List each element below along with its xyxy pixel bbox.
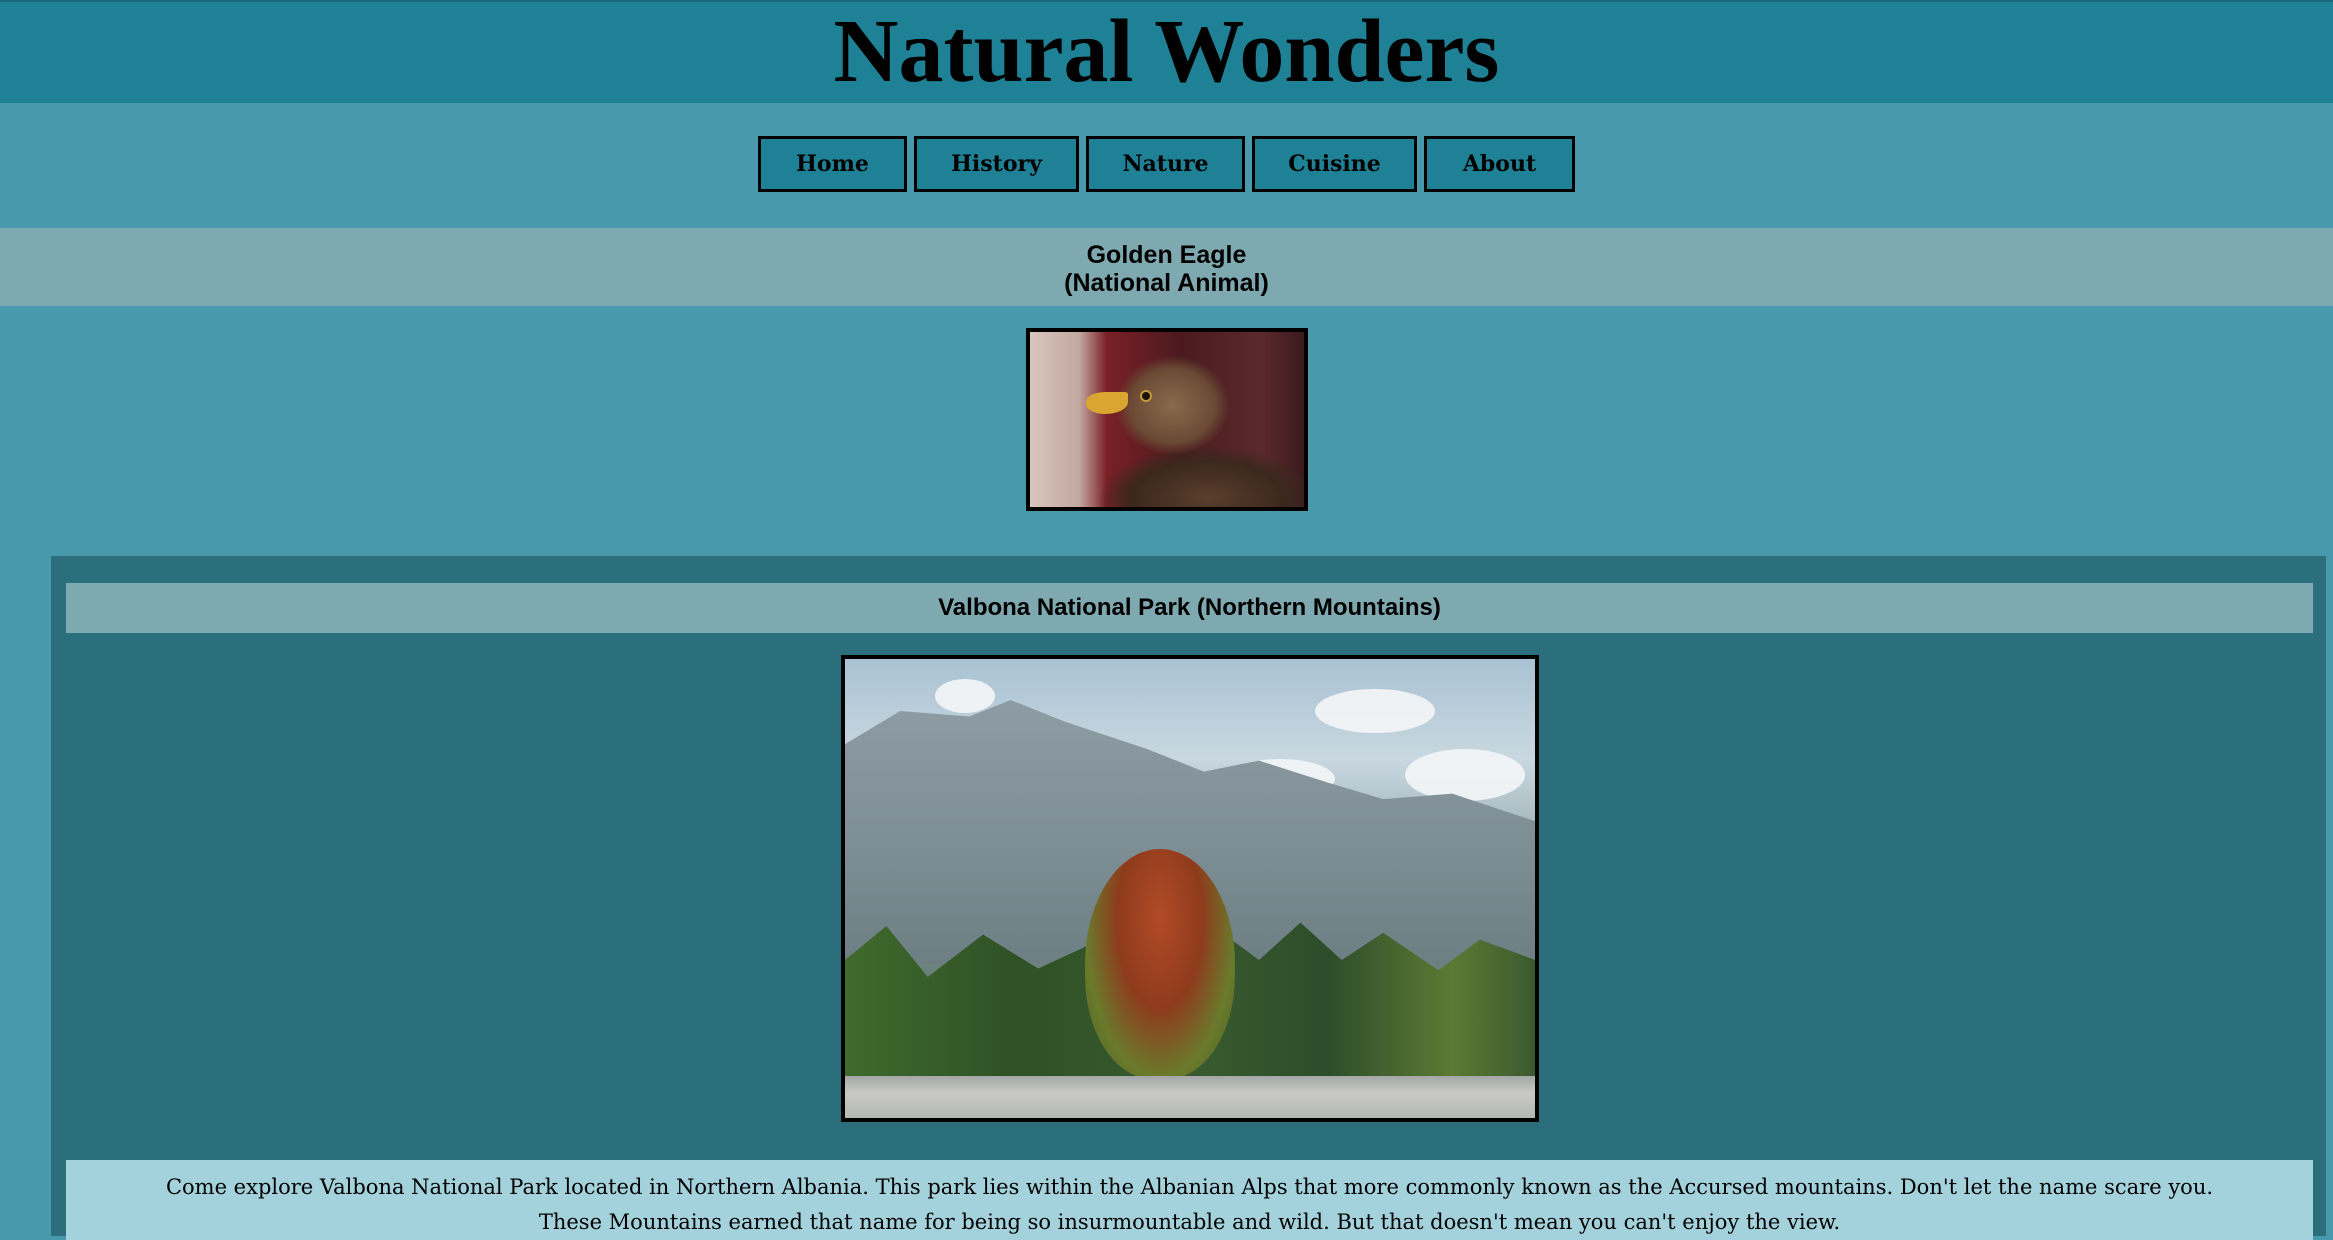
nav-cuisine-button[interactable]: Cuisine [1252,136,1417,192]
eagle-eye-shape [1139,390,1152,402]
nav-history-button[interactable]: History [914,136,1079,192]
cloud-shape [935,679,995,713]
eagle-beak-shape [1085,392,1128,414]
eagle-image-wrapper [0,306,2333,511]
park-description: Come explore Valbona National Park locat… [66,1160,2313,1240]
park-heading: Valbona National Park (Northern Mountain… [66,583,2313,633]
golden-eagle-image [1025,328,1308,511]
national-animal-banner: Golden Eagle (National Animal) [0,228,2333,306]
site-header: Natural Wonders [0,0,2333,103]
valbona-park-section: Valbona National Park (Northern Mountain… [51,556,2326,1240]
nav-nature-button[interactable]: Nature [1086,136,1245,192]
autumn-tree-shape [1085,849,1235,1079]
cloud-shape [1315,689,1435,733]
valbona-park-image [841,655,1539,1122]
riverbed-shape [845,1076,1535,1118]
national-animal-subtitle: (National Animal) [1064,269,1269,297]
nav-about-button[interactable]: About [1424,136,1575,192]
cloud-shape [1405,749,1525,801]
national-animal-title: Golden Eagle [1086,241,1247,269]
nav-home-button[interactable]: Home [758,136,907,192]
site-title: Natural Wonders [833,2,1500,101]
main-nav: Home History Nature Cuisine About [0,103,2333,228]
